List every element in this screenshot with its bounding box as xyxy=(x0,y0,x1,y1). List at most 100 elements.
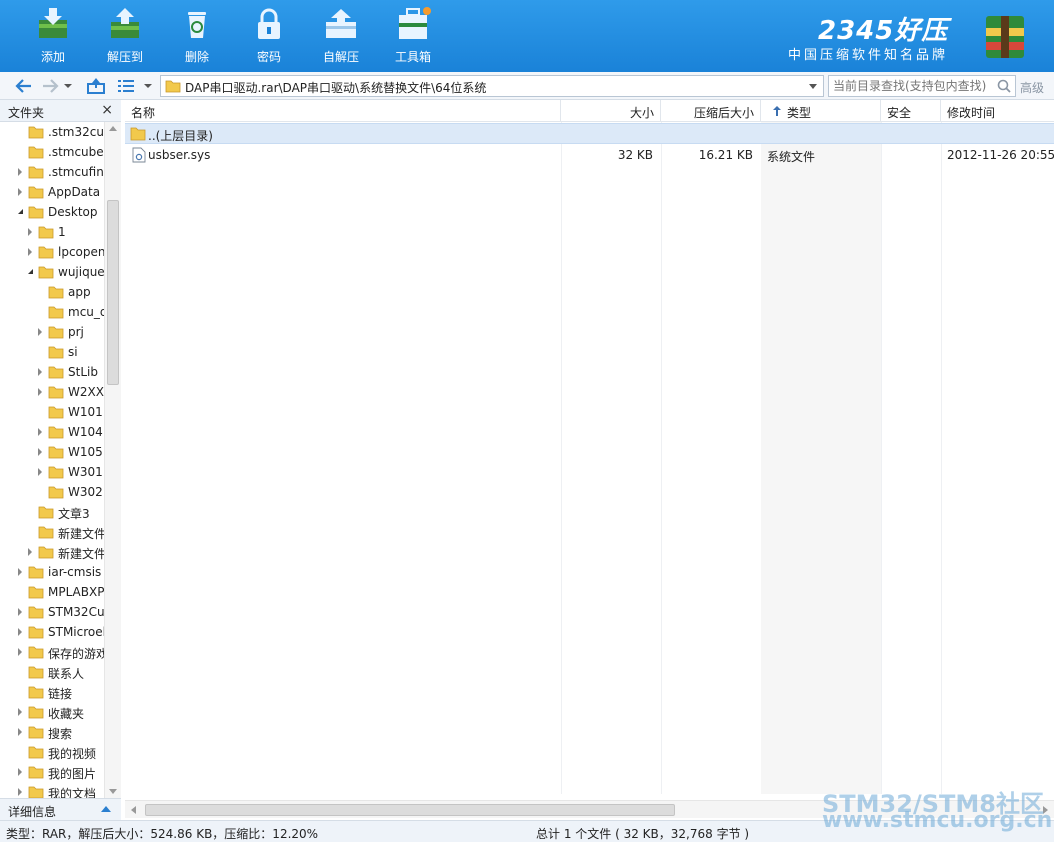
tree-item[interactable]: W302 xyxy=(0,482,104,502)
collapsed-arrow-icon[interactable] xyxy=(38,428,42,436)
tree-item-label: 我的视频 xyxy=(48,747,97,761)
tree-item[interactable]: lpcopen xyxy=(0,242,104,262)
tree-item[interactable]: 联系人 xyxy=(0,662,104,682)
forward-arrow-icon[interactable] xyxy=(40,76,60,96)
self-extract-label: 自解压 xyxy=(322,50,359,64)
scroll-left-icon[interactable] xyxy=(131,806,136,814)
search-input[interactable] xyxy=(833,78,993,94)
collapsed-arrow-icon[interactable] xyxy=(18,728,22,736)
tree-item[interactable]: iar-cmsis xyxy=(0,562,104,582)
folder-tree-scrollbar[interactable] xyxy=(104,122,121,798)
collapsed-arrow-icon[interactable] xyxy=(18,168,22,176)
details-panel-toggle[interactable]: 详细信息 xyxy=(0,798,121,820)
address-bar[interactable]: DAP串口驱动.rar\DAP串口驱动\系统替换文件\64位系统 xyxy=(160,75,824,97)
scroll-up-icon[interactable] xyxy=(109,126,117,131)
collapsed-arrow-icon[interactable] xyxy=(38,388,42,396)
history-dropdown-icon[interactable] xyxy=(62,76,74,96)
search-box[interactable] xyxy=(828,75,1016,97)
scroll-thumb[interactable] xyxy=(107,200,119,385)
table-row[interactable]: usbser.sys 32 KB 16.21 KB 系统文件 2012-11-2… xyxy=(125,145,1054,166)
tree-item-label: W2XX xyxy=(68,385,104,399)
collapsed-arrow-icon[interactable] xyxy=(18,568,22,576)
tree-item[interactable]: wujique xyxy=(0,262,104,282)
tree-item[interactable]: 收藏夹 xyxy=(0,702,104,722)
column-size[interactable]: 大小 xyxy=(561,100,661,122)
tree-item[interactable]: 我的图片 xyxy=(0,762,104,782)
column-packed-size[interactable]: 压缩后大小 xyxy=(661,100,761,122)
tree-item[interactable]: STM32Cube xyxy=(0,602,104,622)
self-extract-button[interactable]: 自解压 xyxy=(305,0,377,72)
expanded-arrow-icon[interactable] xyxy=(28,269,33,274)
collapsed-arrow-icon[interactable] xyxy=(38,328,42,336)
tree-item[interactable]: W2XX xyxy=(0,382,104,402)
tree-item[interactable]: 链接 xyxy=(0,682,104,702)
expanded-arrow-icon[interactable] xyxy=(18,209,23,214)
tree-item[interactable]: W104 xyxy=(0,422,104,442)
tree-item[interactable]: W101 xyxy=(0,402,104,422)
tree-item[interactable]: 1 xyxy=(0,222,104,242)
add-button[interactable]: 添加 xyxy=(17,0,89,72)
details-label: 详细信息 xyxy=(8,805,57,819)
tree-item[interactable]: 保存的游戏 xyxy=(0,642,104,662)
advanced-search-link[interactable]: 高级 xyxy=(1020,79,1044,96)
up-folder-icon[interactable] xyxy=(86,76,106,96)
tree-item[interactable]: mcu_dev xyxy=(0,302,104,322)
tree-item[interactable]: Desktop xyxy=(0,202,104,222)
tree-item-label: 链接 xyxy=(48,687,73,701)
extract-to-button[interactable]: 解压到 xyxy=(89,0,161,72)
tree-item[interactable]: MPLABXProjects xyxy=(0,582,104,602)
collapsed-arrow-icon[interactable] xyxy=(18,608,22,616)
tree-item[interactable]: STMicroelectronics xyxy=(0,622,104,642)
delete-label: 删除 xyxy=(184,50,209,64)
hscroll-thumb[interactable] xyxy=(145,804,675,816)
collapsed-arrow-icon[interactable] xyxy=(18,768,22,776)
tree-item[interactable]: W301 xyxy=(0,462,104,482)
tree-item-label: wujique xyxy=(58,265,104,279)
collapsed-arrow-icon[interactable] xyxy=(18,648,22,656)
tree-item[interactable]: AppData xyxy=(0,182,104,202)
column-modified[interactable]: 修改时间 xyxy=(941,100,1054,122)
scroll-down-icon[interactable] xyxy=(109,789,117,794)
tree-item[interactable]: .stmcube xyxy=(0,142,104,162)
collapsed-arrow-icon[interactable] xyxy=(18,188,22,196)
tree-item[interactable]: 文章3 xyxy=(0,502,104,522)
view-dropdown-icon[interactable] xyxy=(142,76,154,96)
tree-item[interactable]: si xyxy=(0,342,104,362)
tree-item[interactable]: .stmcufinder xyxy=(0,162,104,182)
collapsed-arrow-icon[interactable] xyxy=(28,248,32,256)
tree-item[interactable]: StLib xyxy=(0,362,104,382)
collapsed-arrow-icon[interactable] xyxy=(18,788,22,796)
tree-item[interactable]: 我的文档 xyxy=(0,782,104,798)
view-list-icon[interactable] xyxy=(116,76,136,96)
collapsed-arrow-icon[interactable] xyxy=(38,468,42,476)
collapsed-arrow-icon[interactable] xyxy=(18,708,22,716)
tree-item[interactable]: W105 xyxy=(0,442,104,462)
tree-item-label: prj xyxy=(68,325,84,339)
tree-item[interactable]: 新建文件夹 xyxy=(0,522,104,542)
collapsed-arrow-icon[interactable] xyxy=(38,448,42,456)
delete-button[interactable]: 删除 xyxy=(161,0,233,72)
column-type[interactable]: 类型 xyxy=(761,100,881,122)
tree-item[interactable]: prj xyxy=(0,322,104,342)
tree-item-label: iar-cmsis xyxy=(48,565,102,579)
column-name[interactable]: 名称 xyxy=(125,100,561,122)
column-security[interactable]: 安全 xyxy=(881,100,941,122)
parent-directory-row[interactable]: ..(上层目录) xyxy=(125,123,1054,144)
brand-slogan: 中国压缩软件知名品牌 xyxy=(788,48,949,63)
toolbox-button[interactable]: 工具箱 xyxy=(377,0,449,72)
tree-item[interactable]: 新建文件夹 xyxy=(0,542,104,562)
close-icon[interactable]: × xyxy=(101,102,113,118)
collapsed-arrow-icon[interactable] xyxy=(38,368,42,376)
address-dropdown-icon[interactable] xyxy=(809,84,817,89)
tree-item[interactable]: 我的视频 xyxy=(0,742,104,762)
collapsed-arrow-icon[interactable] xyxy=(28,228,32,236)
password-button[interactable]: 密码 xyxy=(233,0,305,72)
collapsed-arrow-icon[interactable] xyxy=(28,548,32,556)
tree-item[interactable]: app xyxy=(0,282,104,302)
tree-item[interactable]: .stm32cubemx xyxy=(0,122,104,142)
back-arrow-icon[interactable] xyxy=(14,76,34,96)
extract-to-icon xyxy=(111,8,139,38)
collapsed-arrow-icon[interactable] xyxy=(18,628,22,636)
search-icon[interactable] xyxy=(997,79,1011,93)
tree-item[interactable]: 搜索 xyxy=(0,722,104,742)
